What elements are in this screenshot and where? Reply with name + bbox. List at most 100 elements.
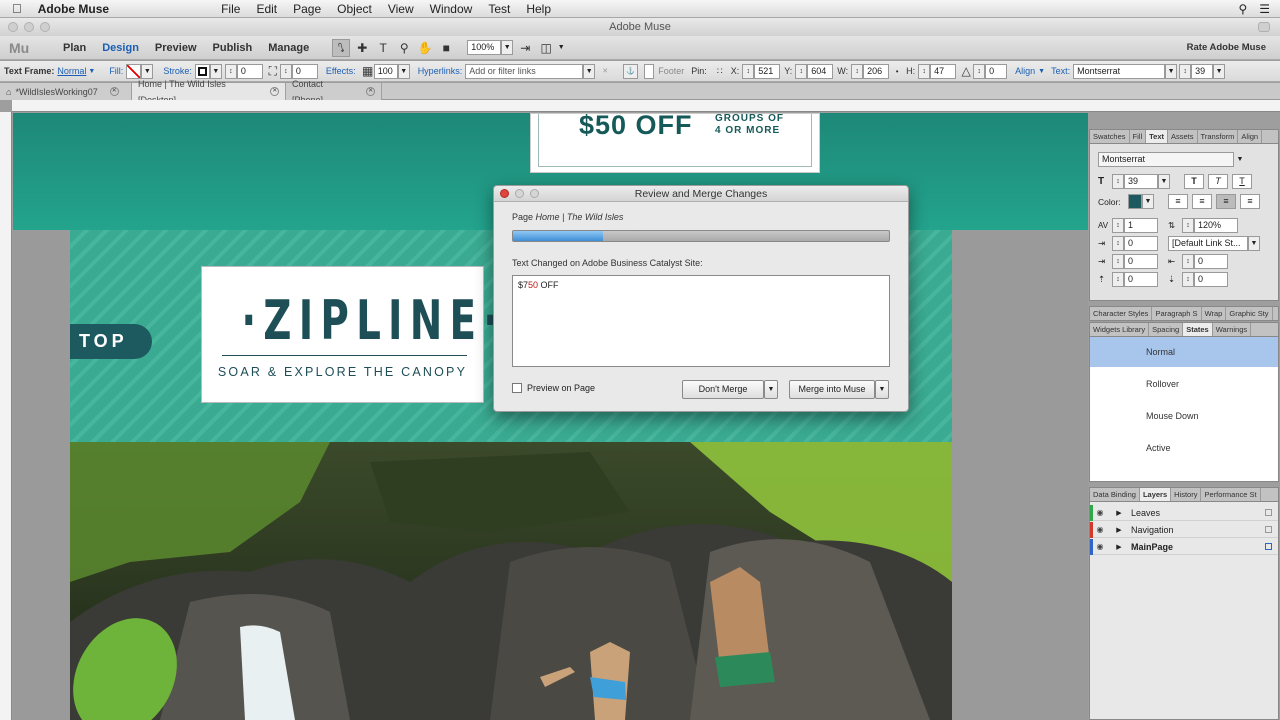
menu-page[interactable]: Page xyxy=(285,2,329,16)
font-size-input[interactable]: 39 xyxy=(1191,63,1214,79)
corner-stepper[interactable]: ↕ xyxy=(279,63,292,79)
leading-stepper[interactable]: ↕ xyxy=(1182,218,1194,233)
link-style-dropdown-icon[interactable]: ▼ xyxy=(1248,236,1260,251)
horizontal-ruler[interactable] xyxy=(12,100,1280,112)
text-tool-icon[interactable]: T xyxy=(374,39,392,57)
close-tab-icon[interactable]: ✕ xyxy=(366,87,375,96)
y-stepper[interactable]: ↕ xyxy=(795,63,808,79)
nav-publish[interactable]: Publish xyxy=(205,42,261,54)
leading-input[interactable]: 120% xyxy=(1194,218,1238,233)
tab-character-styles[interactable]: Character Styles xyxy=(1090,307,1153,320)
space-before-input[interactable]: 0 xyxy=(1124,272,1158,287)
promo-box[interactable]: $50 OFF GROUPS OF 4 OR MORE xyxy=(530,113,820,173)
tab-spacing[interactable]: Spacing xyxy=(1149,323,1184,336)
state-normal[interactable]: Normal xyxy=(1090,337,1278,367)
search-icon[interactable]: ⚲ xyxy=(1238,2,1247,16)
layer-row[interactable]: ◉ ▶ Leaves xyxy=(1090,504,1278,521)
hyperlinks-input[interactable]: Add or filter links xyxy=(465,63,584,79)
bold-icon[interactable]: T xyxy=(1184,174,1204,189)
footer-checkbox[interactable] xyxy=(644,63,655,79)
y-input[interactable]: 604 xyxy=(807,63,834,79)
tracking-stepper[interactable]: ↕ xyxy=(1112,218,1124,233)
zipline-card[interactable]: ·ZIPLINE· SOAR & EXPLORE THE CANOPY xyxy=(201,266,498,403)
selection-tool-icon[interactable]: ⭛ xyxy=(332,38,351,57)
tracking-input[interactable]: 1 xyxy=(1124,218,1158,233)
tab-layers[interactable]: Layers xyxy=(1139,488,1172,501)
tab-fill[interactable]: Fill xyxy=(1130,130,1147,143)
nav-manage[interactable]: Manage xyxy=(260,42,317,54)
h-stepper[interactable]: ↕ xyxy=(918,63,931,79)
tab-transform[interactable]: Transform xyxy=(1198,130,1239,143)
apple-icon[interactable]:  xyxy=(12,1,22,16)
panel-size-dropdown-icon[interactable]: ▼ xyxy=(1158,174,1170,189)
app-menu[interactable]: Adobe Muse xyxy=(30,2,117,16)
crop-tool-icon[interactable]: ✚ xyxy=(353,39,371,57)
eye-icon[interactable]: ◉ xyxy=(1093,508,1107,517)
tab-graphic-styles[interactable]: Graphic Sty xyxy=(1226,307,1273,320)
layer-select-box[interactable] xyxy=(1265,526,1272,533)
layer-select-box[interactable] xyxy=(1265,543,1272,550)
font-size-stepper[interactable]: ↕ xyxy=(1179,63,1192,79)
font-dropdown-icon[interactable]: ▼ xyxy=(1165,63,1178,79)
tab-states[interactable]: States xyxy=(1183,323,1213,336)
layer-row[interactable]: ◉ ▶ Navigation xyxy=(1090,521,1278,538)
close-tab-icon[interactable]: ✕ xyxy=(270,87,279,96)
hyperlinks-dropdown-icon[interactable]: ▼ xyxy=(583,63,596,79)
nav-preview[interactable]: Preview xyxy=(147,42,205,54)
preview-on-page[interactable]: Preview on Page xyxy=(512,383,595,393)
rotation-stepper[interactable]: ↕ xyxy=(973,63,986,79)
hand-tool-icon[interactable]: ✋ xyxy=(416,39,434,57)
close-window-icon[interactable] xyxy=(8,22,18,32)
eye-icon[interactable]: ◉ xyxy=(1093,542,1107,551)
close-tab-icon[interactable]: ✕ xyxy=(109,87,119,96)
state-rollover[interactable]: Rollover xyxy=(1090,369,1278,399)
space-before-stepper[interactable]: ↕ xyxy=(1112,272,1124,287)
h-input[interactable]: 47 xyxy=(930,63,957,79)
hyperlinks-label[interactable]: Hyperlinks: xyxy=(418,66,463,76)
expand-icon[interactable]: ▶ xyxy=(1107,543,1131,551)
top-label[interactable]: TOP xyxy=(70,324,152,359)
tab-assets[interactable]: Assets xyxy=(1168,130,1198,143)
tab-home-desktop[interactable]: Home | The Wild Isles [Desktop] ✕ xyxy=(132,79,286,105)
waterfall-photo[interactable] xyxy=(70,442,952,720)
list-icon[interactable]: ☰ xyxy=(1259,2,1270,16)
left-indent-input[interactable]: 0 xyxy=(1124,254,1158,269)
stroke-label[interactable]: Stroke: xyxy=(163,66,192,76)
state-mouse-down[interactable]: Mouse Down xyxy=(1090,401,1278,431)
menu-edit[interactable]: Edit xyxy=(248,2,285,16)
zoom-input[interactable]: 100% xyxy=(467,40,502,55)
promo-price[interactable]: $50 OFF xyxy=(579,113,693,141)
menu-file[interactable]: File xyxy=(213,2,248,16)
align-center-icon[interactable]: ≡ xyxy=(1192,194,1212,209)
menu-object[interactable]: Object xyxy=(329,2,380,16)
nav-plan[interactable]: Plan xyxy=(55,42,94,54)
font-input[interactable]: Montserrat xyxy=(1073,63,1166,79)
zoom-tool-icon[interactable]: ⚲ xyxy=(395,39,413,57)
panel-font-dropdown-icon[interactable]: ▼ xyxy=(1234,152,1246,167)
dont-merge-button[interactable]: Don't Merge xyxy=(682,380,764,399)
panel-size-stepper[interactable]: ↕ xyxy=(1112,174,1124,189)
zoom-dropdown-icon[interactable]: ▼ xyxy=(501,40,514,55)
align-right-icon[interactable]: ≡ xyxy=(1216,194,1236,209)
link-wh-icon[interactable]: • xyxy=(892,62,902,80)
changed-text-box[interactable]: $750 OFF xyxy=(512,275,890,367)
w-input[interactable]: 206 xyxy=(863,63,890,79)
tab-wildisles-working[interactable]: ⌂ *WildIslesWorking07 ✕ xyxy=(0,83,132,100)
layer-select-box[interactable] xyxy=(1265,509,1272,516)
tab-swatches[interactable]: Swatches xyxy=(1090,130,1130,143)
panel-size-input[interactable]: 39 xyxy=(1124,174,1158,189)
menu-test[interactable]: Test xyxy=(480,2,518,16)
pin-grid-icon[interactable]: ∷ xyxy=(713,62,727,80)
tab-performance-stats[interactable]: Performance St xyxy=(1201,488,1261,501)
tab-paragraph-styles[interactable]: Paragraph S xyxy=(1152,307,1202,320)
stroke-swatch[interactable] xyxy=(197,66,207,76)
tab-align[interactable]: Align xyxy=(1238,130,1263,143)
left-indent-stepper[interactable]: ↕ xyxy=(1112,254,1124,269)
merge-dropdown-icon[interactable]: ▼ xyxy=(875,380,889,399)
align-left-icon[interactable]: ≡ xyxy=(1168,194,1188,209)
right-indent-input[interactable]: 0 xyxy=(1194,254,1228,269)
text-color-dropdown-icon[interactable]: ▼ xyxy=(1142,194,1154,209)
fullscreen-icon[interactable] xyxy=(1258,22,1270,32)
tab-history[interactable]: History xyxy=(1171,488,1202,501)
menu-help[interactable]: Help xyxy=(518,2,559,16)
